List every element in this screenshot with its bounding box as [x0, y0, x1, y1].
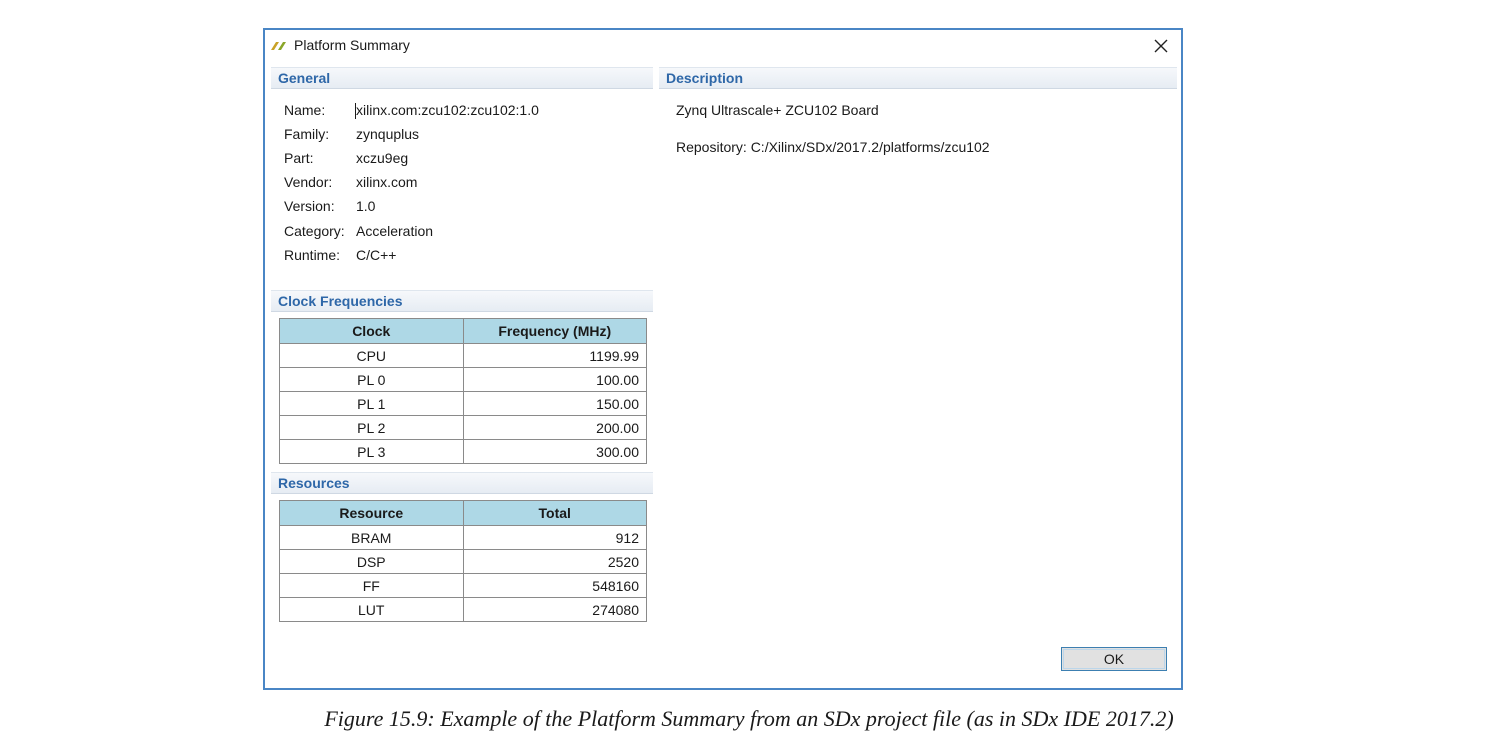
clock-name-cell: PL 3	[279, 439, 464, 464]
close-icon[interactable]	[1149, 34, 1173, 58]
clock-name-cell: CPU	[279, 343, 464, 368]
clock-frequencies-header-label: Clock Frequencies	[278, 293, 403, 309]
part-label: Part:	[284, 150, 314, 166]
table-row[interactable]: PL 1 150.00	[279, 391, 647, 416]
general-section-header: General	[271, 67, 653, 89]
runtime-value: C/C++	[356, 247, 397, 263]
description-board: Zynq Ultrascale+ ZCU102 Board	[676, 102, 879, 118]
figure-caption: Figure 15.9: Example of the Platform Sum…	[324, 706, 1174, 731]
resource-total-cell: 912	[462, 525, 647, 550]
table-row[interactable]: FF 548160	[279, 573, 647, 598]
resources-section-header: Resources	[271, 472, 653, 494]
resource-name-cell: DSP	[279, 549, 464, 574]
clock-name-cell: PL 0	[279, 367, 464, 392]
table-row[interactable]: PL 0 100.00	[279, 367, 647, 392]
general-header-label: General	[278, 70, 331, 86]
table-row[interactable]: PL 2 200.00	[279, 415, 647, 440]
resource-total-cell: 2520	[462, 549, 647, 574]
name-value[interactable]: xilinx.com:zcu102:zcu102:1.0	[356, 102, 539, 118]
clock-frequency-cell: 150.00	[462, 391, 647, 416]
description-repository: Repository: C:/Xilinx/SDx/2017.2/platfor…	[676, 139, 990, 155]
name-label: Name:	[284, 102, 326, 118]
description-header-label: Description	[666, 70, 744, 86]
xilinx-logo-icon	[271, 42, 286, 50]
clock-name-cell: PL 2	[279, 415, 464, 440]
table-row[interactable]: LUT 274080	[279, 597, 647, 622]
column-header-total[interactable]: Total	[462, 500, 647, 526]
runtime-label: Runtime:	[284, 247, 341, 263]
clock-frequencies-section-header: Clock Frequencies	[271, 290, 653, 312]
resource-total-cell: 274080	[462, 597, 647, 622]
ok-button[interactable]: OK	[1061, 647, 1167, 671]
table-header-row: Clock Frequency (MHz)	[279, 318, 647, 344]
platform-summary-dialog: Platform Summary General Name: xilinx.co…	[263, 28, 1183, 690]
family-label: Family:	[284, 126, 330, 142]
clock-frequency-cell: 200.00	[462, 415, 647, 440]
clock-frequency-cell: 300.00	[462, 439, 647, 464]
clock-name-cell: PL 1	[279, 391, 464, 416]
resources-table: Resource Total BRAM 912 DSP 2520 FF 5481…	[279, 500, 647, 622]
table-row[interactable]: BRAM 912	[279, 525, 647, 550]
table-row[interactable]: CPU 1199.99	[279, 343, 647, 368]
vendor-value: xilinx.com	[356, 174, 418, 190]
resource-name-cell: LUT	[279, 597, 464, 622]
clock-frequencies-table: Clock Frequency (MHz) CPU 1199.99 PL 0 1…	[279, 318, 647, 464]
version-value: 1.0	[356, 198, 376, 214]
vendor-label: Vendor:	[284, 174, 333, 190]
window-title: Platform Summary	[294, 37, 410, 53]
column-header-frequency[interactable]: Frequency (MHz)	[462, 318, 647, 344]
table-row[interactable]: DSP 2520	[279, 549, 647, 574]
resource-name-cell: BRAM	[279, 525, 464, 550]
resource-name-cell: FF	[279, 573, 464, 598]
resources-header-label: Resources	[278, 475, 350, 491]
part-value: xczu9eg	[356, 150, 409, 166]
description-section-header: Description	[659, 67, 1177, 89]
table-header-row: Resource Total	[279, 500, 647, 526]
column-header-resource[interactable]: Resource	[279, 500, 464, 526]
column-header-clock[interactable]: Clock	[279, 318, 464, 344]
family-value: zynquplus	[356, 126, 420, 142]
title-bar[interactable]: Platform Summary	[265, 30, 1181, 62]
clock-frequency-cell: 1199.99	[462, 343, 647, 368]
clock-frequency-cell: 100.00	[462, 367, 647, 392]
category-value: Acceleration	[356, 223, 434, 239]
resource-total-cell: 548160	[462, 573, 647, 598]
version-label: Version:	[284, 198, 335, 214]
category-label: Category:	[284, 223, 345, 239]
table-row[interactable]: PL 3 300.00	[279, 439, 647, 464]
